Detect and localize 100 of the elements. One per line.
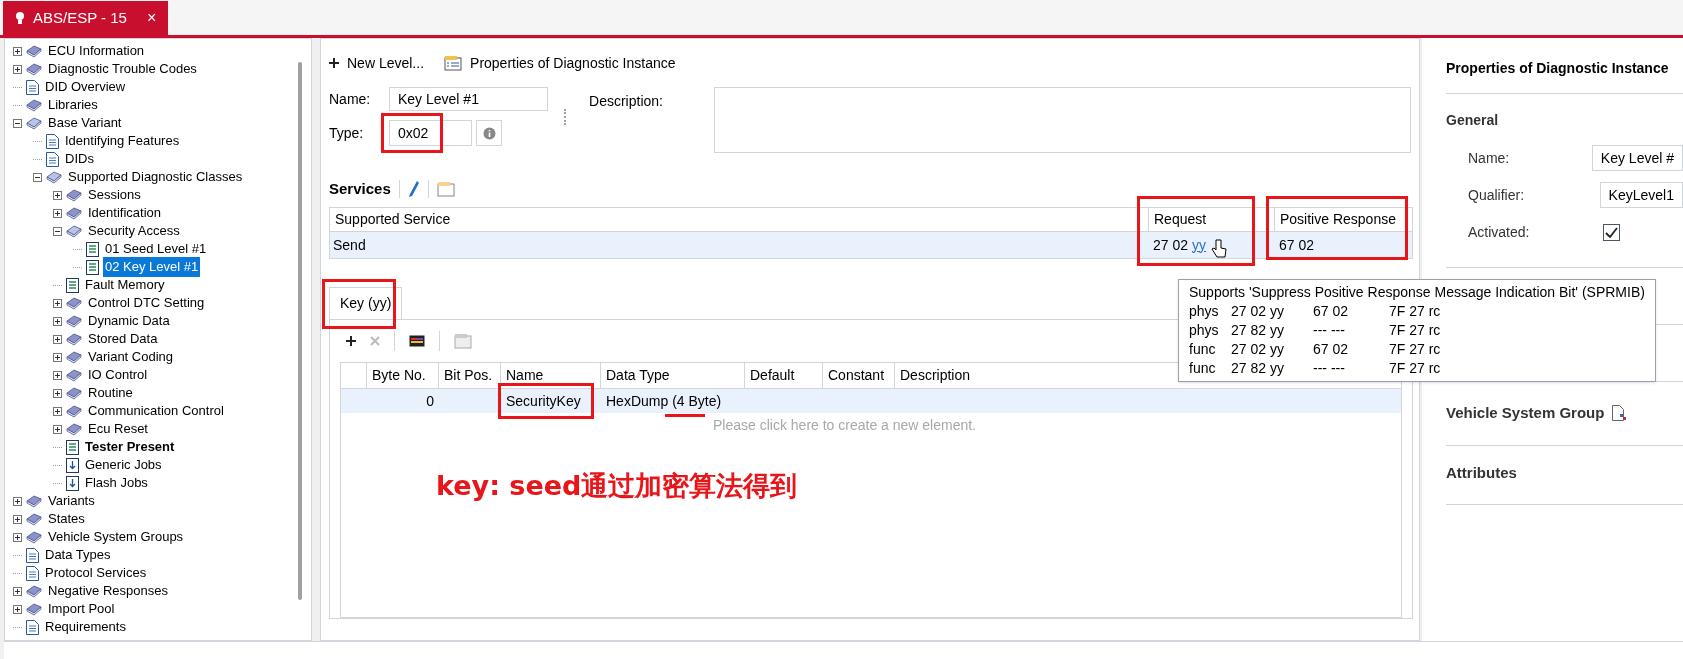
book-icon xyxy=(26,44,42,58)
book-icon xyxy=(66,422,82,436)
expand-toggle[interactable] xyxy=(53,370,62,380)
column-header[interactable]: Name xyxy=(501,363,601,388)
expand-toggle[interactable] xyxy=(53,190,62,200)
column-header[interactable]: Bit Pos. xyxy=(439,363,501,388)
tree-item[interactable]: DIDs xyxy=(63,149,96,169)
tooltip-text: 27 82 yy xyxy=(1231,359,1285,378)
tree-item[interactable]: IO Control xyxy=(86,365,150,385)
text-field[interactable]: Key Level # xyxy=(1591,145,1683,171)
expand-toggle[interactable] xyxy=(53,388,62,398)
tooltip-text: 27 82 yy xyxy=(1231,321,1285,340)
tree-item[interactable]: Data Types xyxy=(43,545,113,565)
name-field[interactable]: Key Level #1 xyxy=(389,87,548,111)
tree-item[interactable]: Requirements xyxy=(43,617,128,637)
collapse-toggle[interactable] xyxy=(53,226,62,236)
tree-item[interactable]: Sessions xyxy=(86,185,143,205)
expand-toggle[interactable] xyxy=(13,496,22,506)
tree-item[interactable]: Tester Present xyxy=(83,437,177,457)
tooltip-text: 7F 27 rc xyxy=(1389,302,1441,321)
tree-item[interactable]: 02 Key Level #1 xyxy=(103,257,201,277)
tree-item[interactable]: Base Variant xyxy=(46,113,124,133)
highlight-frame xyxy=(381,113,443,153)
color-bar-icon[interactable] xyxy=(409,335,425,347)
collapse-toggle[interactable] xyxy=(13,118,22,128)
column-header[interactable]: Positive Response xyxy=(1274,208,1412,231)
book-icon xyxy=(66,368,82,382)
expand-toggle[interactable] xyxy=(13,46,22,56)
page-icon xyxy=(26,547,39,563)
key-tab[interactable]: Key (yy) xyxy=(329,287,403,319)
tree-item[interactable]: 01 Seed Level #1 xyxy=(103,239,209,259)
document-icon[interactable] xyxy=(1612,405,1627,422)
table-cell-text: HexDump (4 Byte) xyxy=(606,391,722,411)
tree-item[interactable]: Routine xyxy=(86,383,135,403)
splitter-handle[interactable] xyxy=(564,109,568,125)
tree-item[interactable]: Flash Jobs xyxy=(83,473,150,493)
tree-item[interactable]: Fault Memory xyxy=(83,275,167,295)
expand-toggle[interactable] xyxy=(13,604,22,614)
expand-toggle[interactable] xyxy=(53,424,62,434)
column-header[interactable]: Supported Service xyxy=(330,208,1148,231)
yy-link[interactable]: yy xyxy=(1192,234,1207,256)
tree-item[interactable]: Dynamic Data xyxy=(86,311,172,331)
text-field[interactable]: KeyLevel1 xyxy=(1599,182,1683,208)
tree-item[interactable]: Diagnostic Trouble Codes xyxy=(46,59,199,79)
expand-toggle[interactable] xyxy=(53,352,62,362)
book-icon xyxy=(66,296,82,310)
tree-item[interactable]: ECU Information xyxy=(46,41,147,61)
description-field[interactable] xyxy=(714,87,1411,153)
table-cell-text: 0 xyxy=(426,391,434,411)
expand-toggle[interactable] xyxy=(53,208,62,218)
document-tab[interactable]: ABS/ESP - 15 × xyxy=(3,1,169,35)
column-header[interactable]: Byte No. xyxy=(367,363,439,388)
tree-item[interactable]: Identification xyxy=(86,203,163,223)
pencil-icon[interactable] xyxy=(407,180,420,198)
tree-item[interactable]: Ecu Reset xyxy=(86,419,150,439)
new-level-button[interactable]: New Level... xyxy=(329,52,425,74)
column-header[interactable]: Request xyxy=(1148,208,1274,231)
tree-item[interactable]: Security Access xyxy=(86,221,182,241)
tree-item[interactable]: Stored Data xyxy=(86,329,160,349)
book-icon xyxy=(26,494,42,508)
tree-item[interactable]: Vehicle System Groups xyxy=(46,527,186,547)
document-icon xyxy=(86,259,99,275)
tree-item[interactable]: Identifying Features xyxy=(63,131,182,151)
tree-item[interactable]: Libraries xyxy=(46,95,100,115)
tree-item[interactable]: DID Overview xyxy=(43,77,128,97)
expand-toggle[interactable] xyxy=(13,514,22,524)
page-icon xyxy=(26,565,39,581)
properties-icon xyxy=(444,55,463,71)
expand-toggle[interactable] xyxy=(53,406,62,416)
checkbox[interactable] xyxy=(1603,223,1620,241)
tree-item[interactable]: Protocol Services xyxy=(43,563,149,583)
tooltip-text: 7F 27 rc xyxy=(1389,359,1441,378)
expand-toggle[interactable] xyxy=(13,64,22,74)
tree-item[interactable]: Import Pool xyxy=(46,599,117,619)
expand-toggle[interactable] xyxy=(53,316,62,326)
column-header[interactable]: Constant xyxy=(823,363,895,388)
tree-item[interactable]: Generic Jobs xyxy=(83,455,164,475)
tree-item[interactable]: Supported Diagnostic Classes xyxy=(66,167,245,187)
tree-item[interactable]: Variant Coding xyxy=(86,347,176,367)
properties-button[interactable]: Properties of Diagnostic Instance xyxy=(444,52,676,74)
add-icon[interactable] xyxy=(346,336,356,346)
collapse-toggle[interactable] xyxy=(33,172,42,182)
expand-toggle[interactable] xyxy=(13,532,22,542)
column-header[interactable]: Data Type xyxy=(601,363,745,388)
field-label: Name: xyxy=(1468,148,1511,168)
expand-toggle[interactable] xyxy=(53,334,62,344)
type-field[interactable]: 0x02 xyxy=(389,120,472,146)
tree-item[interactable]: Control DTC Setting xyxy=(86,293,207,313)
tooltip-text: 27 02 yy xyxy=(1231,340,1285,359)
tree-item[interactable]: Negative Responses xyxy=(46,581,170,601)
info-button[interactable] xyxy=(476,120,502,146)
hand-cursor-icon xyxy=(1211,239,1227,259)
column-header[interactable]: Default xyxy=(745,363,823,388)
expand-toggle[interactable] xyxy=(13,586,22,596)
tree-item[interactable]: Variants xyxy=(46,491,97,511)
tree-item[interactable]: Communication Control xyxy=(86,401,226,421)
expand-toggle[interactable] xyxy=(53,298,62,308)
tree-item[interactable]: States xyxy=(46,509,87,529)
scrollbar[interactable] xyxy=(298,62,302,600)
close-button[interactable]: × xyxy=(146,6,157,30)
